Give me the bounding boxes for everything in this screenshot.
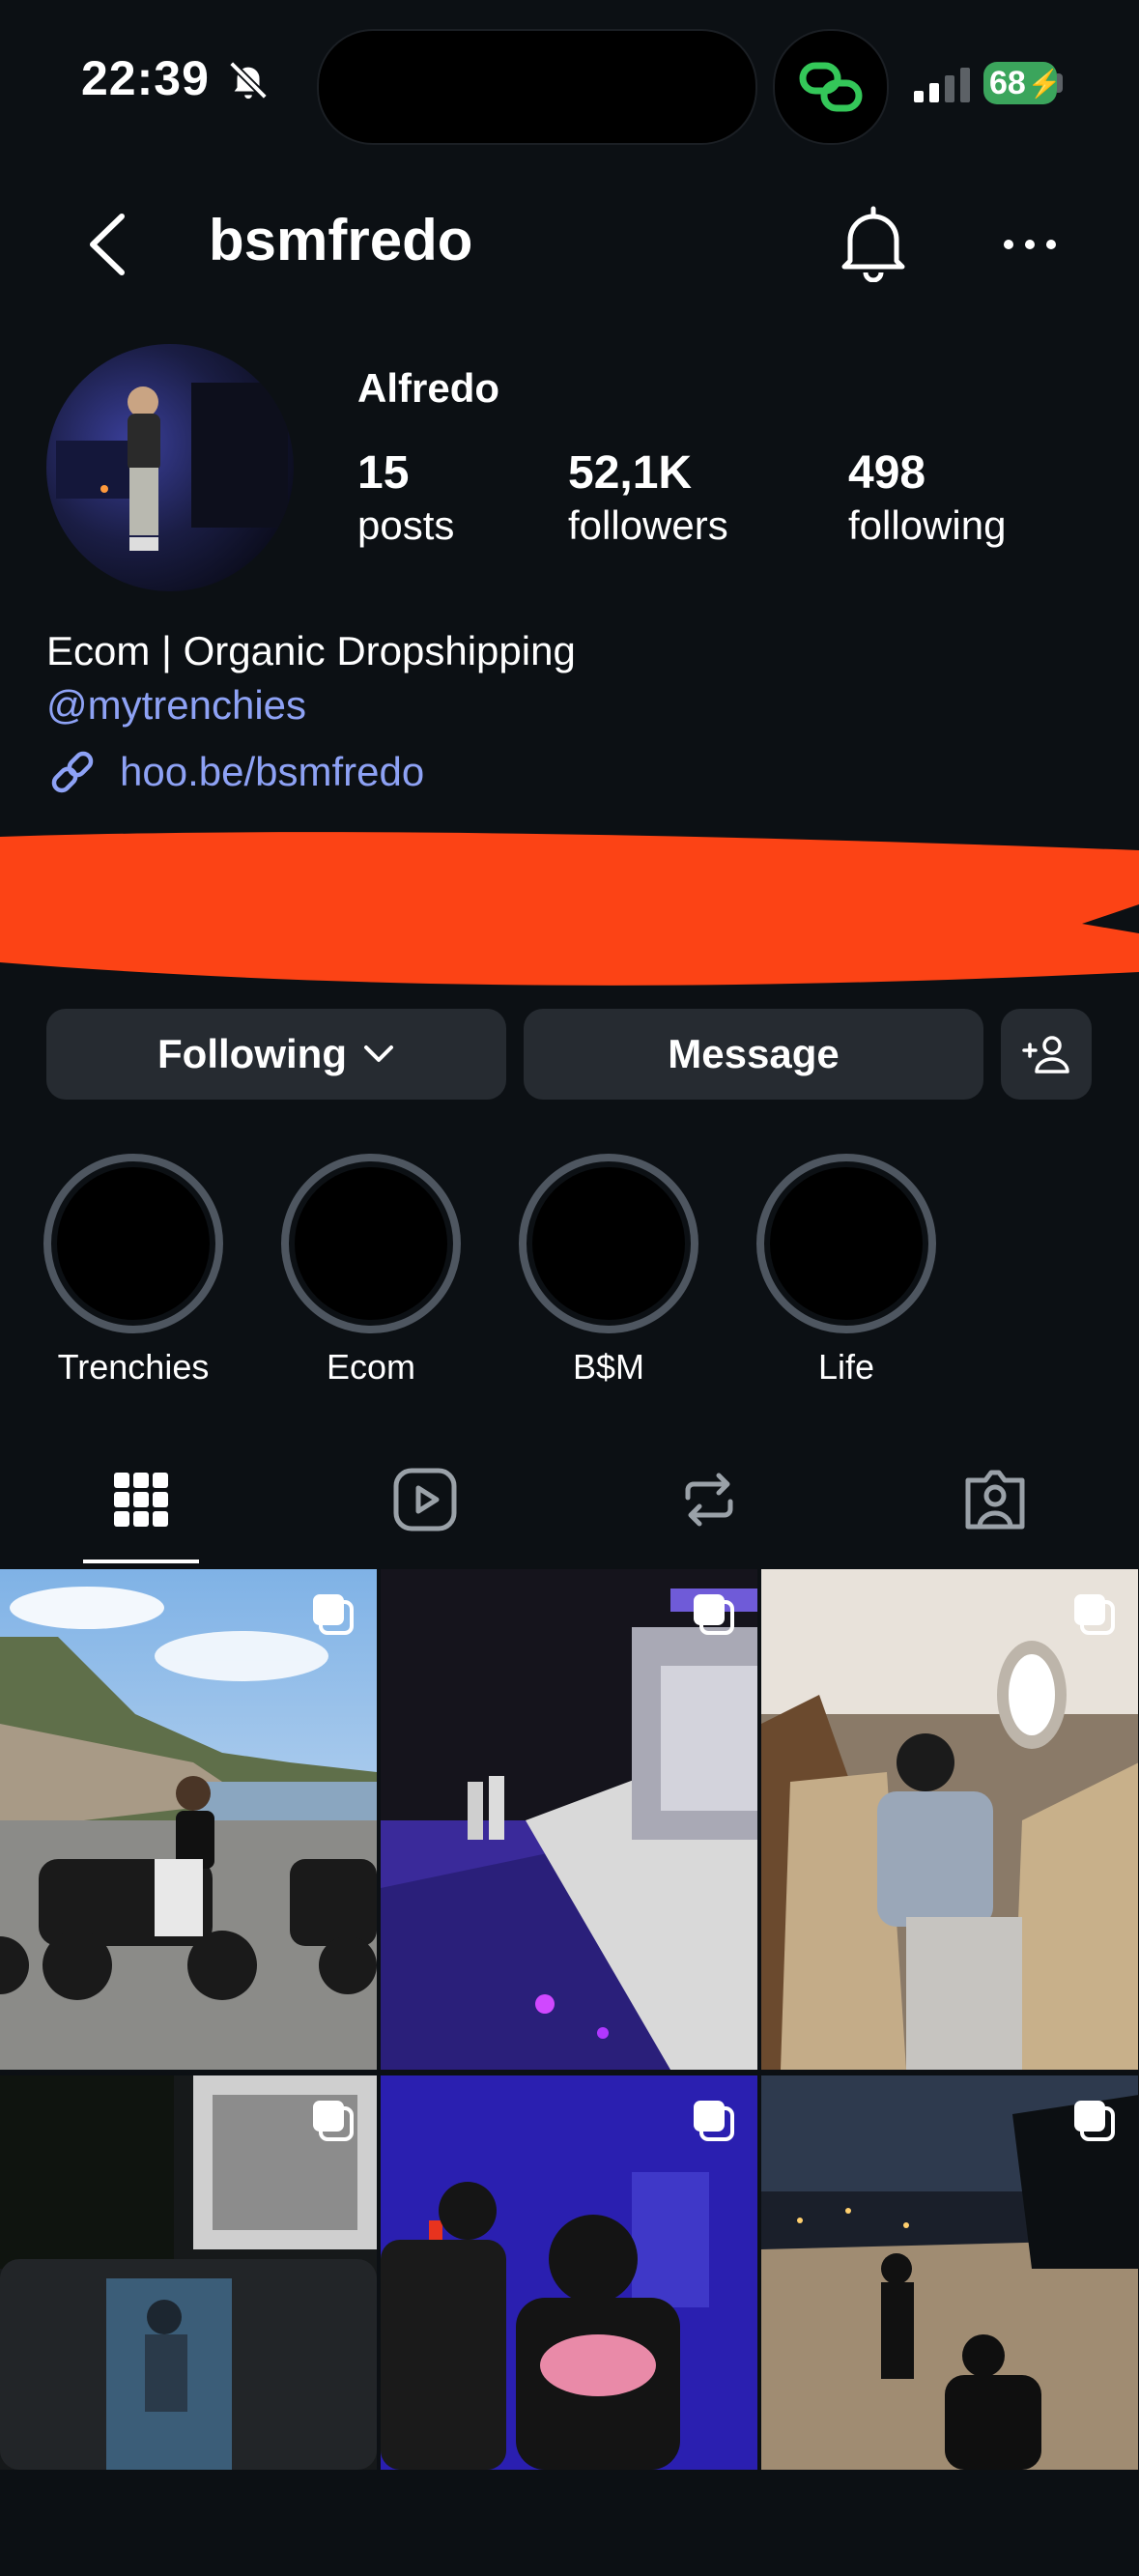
highlight-label: B$M: [572, 1347, 645, 1387]
carousel-icon: [694, 2101, 734, 2141]
followers-label: followers: [568, 502, 728, 548]
post-thumbnail[interactable]: [761, 2075, 1138, 2576]
highlight-label: Trenchies: [57, 1347, 210, 1387]
highlight-label: Life: [817, 1347, 875, 1387]
post-thumbnail[interactable]: [0, 2075, 377, 2576]
add-person-icon: [1022, 1036, 1069, 1073]
highlight-ecom[interactable]: Ecom: [278, 1154, 464, 1388]
posts-stat: 15 posts: [357, 446, 454, 551]
highlight-ring: [756, 1154, 936, 1333]
followers-stat[interactable]: 52,1K followers: [568, 446, 728, 551]
following-button[interactable]: Following: [46, 1009, 506, 1100]
highlight-ring: [43, 1154, 223, 1333]
highlight-life[interactable]: Life: [754, 1154, 939, 1388]
avatar-photo: [46, 344, 294, 591]
carousel-icon: [1074, 2101, 1115, 2141]
post-image-atv: [0, 1569, 377, 2070]
status-time: 22:39: [81, 51, 210, 105]
post-thumbnail[interactable]: [381, 2075, 757, 2576]
reels-icon[interactable]: [386, 1461, 464, 1538]
profile-username: bsmfredo: [209, 208, 473, 272]
link-icon: [51, 751, 94, 793]
battery-tip: [1057, 73, 1063, 93]
highlight-trenchies[interactable]: Trenchies: [41, 1154, 226, 1388]
message-button-label: Message: [668, 1031, 840, 1076]
bio-mention-link[interactable]: @mytrenchies: [46, 682, 306, 729]
post-thumbnail[interactable]: [761, 1569, 1138, 2070]
battery-level: 68: [989, 64, 1026, 101]
profile-website-link[interactable]: hoo.be/bsmfredo: [46, 746, 424, 798]
chevron-down-icon: [363, 1045, 393, 1062]
highlight-ring: [281, 1154, 461, 1333]
post-image-jet: [761, 1569, 1138, 2070]
highlight-ring: [519, 1154, 698, 1333]
post-thumbnail[interactable]: [381, 1569, 757, 2070]
back-arrow-icon[interactable]: [83, 211, 137, 278]
carousel-icon: [313, 2101, 354, 2141]
active-tab-indicator: [83, 1560, 199, 1563]
notification-bell-icon[interactable]: [837, 205, 910, 282]
display-name: Alfredo: [357, 365, 499, 411]
cellular-signal-icon: [914, 68, 970, 102]
profile-bio: Ecom | Organic Dropshipping: [46, 628, 576, 673]
following-button-label: Following: [157, 1031, 347, 1076]
reposts-icon[interactable]: [670, 1461, 748, 1538]
message-button[interactable]: Message: [524, 1009, 983, 1100]
website-url: hoo.be/bsmfredo: [120, 749, 425, 794]
carousel-icon: [313, 1594, 354, 1635]
grid-icon[interactable]: [102, 1461, 180, 1538]
post-image-pool: [381, 1569, 757, 2070]
redaction-scribble: [0, 832, 1139, 986]
post-thumbnail[interactable]: [0, 1569, 377, 2070]
profile-avatar[interactable]: [46, 344, 294, 591]
bell-muted-icon: [229, 61, 268, 100]
carousel-icon: [694, 1594, 734, 1635]
highlight-bsm[interactable]: B$M: [516, 1154, 701, 1388]
carousel-icon: [1074, 1594, 1115, 1635]
following-count: 498: [848, 447, 926, 499]
suggested-users-button[interactable]: [1001, 1009, 1092, 1100]
threads-live-activity[interactable]: [773, 29, 889, 145]
more-options-icon[interactable]: [1001, 230, 1059, 259]
dynamic-island: [317, 29, 757, 145]
link-chain-icon: [799, 62, 863, 112]
following-stat[interactable]: 498 following: [848, 446, 1006, 551]
posts-label: posts: [357, 502, 455, 548]
posts-count: 15: [357, 447, 410, 499]
battery-indicator: 68 ⚡: [983, 62, 1062, 104]
highlight-label: Ecom: [326, 1347, 416, 1387]
tagged-icon[interactable]: [956, 1461, 1034, 1538]
following-label: following: [848, 502, 1007, 548]
followers-count: 52,1K: [568, 447, 693, 499]
